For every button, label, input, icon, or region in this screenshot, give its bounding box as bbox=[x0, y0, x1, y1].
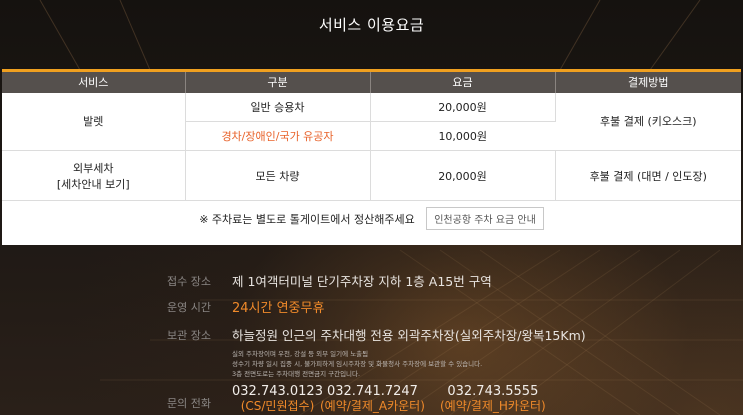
phone-desc: (CS/민원접수) bbox=[240, 399, 315, 413]
page-title: 서비스 이용요금 bbox=[318, 16, 425, 34]
valet-payment-cell: 후불 결제 (키오스크) bbox=[555, 92, 741, 151]
header-payment: 결제방법 bbox=[555, 69, 741, 93]
table-row: 발렛 일반 승용차 20,000원 후불 결제 (키오스크) bbox=[2, 92, 741, 151]
wash-payment-cell: 후불 결제 (대면 / 인도장) bbox=[555, 150, 741, 201]
note-prefix: ※ 주차료는 bbox=[199, 213, 256, 227]
storage-label: 보관 장소 bbox=[167, 329, 211, 342]
phone-desc: (예약/결제_H카운터) bbox=[440, 399, 546, 413]
valet-type-discount: 경차/장애인/국가 유공자 bbox=[185, 121, 371, 151]
contact-a-counter: 032.741.7247 (예약/결제_A카운터) bbox=[320, 385, 425, 414]
contact-label: 문의 전화 bbox=[167, 397, 211, 410]
phone-number[interactable]: 032.743.0123 bbox=[232, 385, 323, 399]
header-type: 구분 bbox=[185, 69, 371, 93]
wash-service-label: 외부세차 bbox=[73, 161, 114, 175]
parking-fee-note: ※ 주차료는 별도로 톨게이트에서 정산해주세요 인천공항 주차 요금 안내 bbox=[2, 201, 741, 237]
note-highlight: 별도 bbox=[255, 213, 277, 227]
table-header-row: 서비스 구분 요금 결제방법 bbox=[2, 69, 741, 93]
storage-value: 하늘정원 인근의 주차대행 전용 외곽주차장(실외주차장/왕복15Km) bbox=[232, 328, 586, 343]
table-note-row: ※ 주차료는 별도로 톨게이트에서 정산해주세요 인천공항 주차 요금 안내 bbox=[2, 201, 741, 237]
storage-notes: 실외 주차장이며 우천, 강설 등 외부 일기에 노출됨 성수기 차량 일시 집… bbox=[232, 349, 562, 379]
phone-number[interactable]: 032.743.5555 bbox=[440, 385, 546, 399]
header-service: 서비스 bbox=[2, 69, 186, 93]
reception-value: 제 1여객터미널 단기주차장 지하 1층 A15번 구역 bbox=[232, 274, 492, 289]
table-row: 외부세차 [세차안내 보기] 모든 차량 20,000원 후불 결제 (대면 /… bbox=[2, 150, 741, 201]
header-fee: 요금 bbox=[370, 69, 556, 93]
valet-fee-discount: 10,000원 bbox=[370, 121, 555, 151]
storage-note: 3층 전면도로는 주차대행 전면금지 구간입니다. bbox=[232, 370, 361, 378]
hours-label: 운영 시간 bbox=[167, 301, 211, 314]
valet-service-cell: 발렛 bbox=[2, 92, 186, 151]
wash-fee-cell: 20,000원 bbox=[370, 150, 556, 201]
contact-cs: 032.743.0123 (CS/민원접수) bbox=[232, 385, 323, 414]
wash-guide-link[interactable]: [세차안내 보기] bbox=[2, 176, 185, 192]
storage-note: 성수기 차량 일시 집중 시, 불가피하게 임시주차장 및 화물청사 주차장에 … bbox=[232, 360, 483, 368]
wash-service-cell: 외부세차 [세차안내 보기] bbox=[2, 150, 186, 201]
parking-fee-info-button[interactable]: 인천공항 주차 요금 안내 bbox=[426, 207, 544, 231]
valet-type-regular: 일반 승용차 bbox=[185, 92, 371, 122]
reception-label: 접수 장소 bbox=[167, 275, 211, 288]
fee-table: 서비스 구분 요금 결제방법 발렛 일반 승용차 20,000원 후불 결제 (… bbox=[2, 69, 741, 245]
storage-note: 실외 주차장이며 우천, 강설 등 외부 일기에 노출됨 bbox=[232, 350, 369, 358]
phone-number[interactable]: 032.741.7247 bbox=[320, 385, 425, 399]
valet-fee-regular: 20,000원 bbox=[370, 92, 556, 122]
wash-type-cell: 모든 차량 bbox=[185, 150, 371, 201]
phone-desc: (예약/결제_A카운터) bbox=[320, 399, 425, 413]
hours-value: 24시간 연중무휴 bbox=[232, 301, 325, 316]
contact-h-counter: 032.743.5555 (예약/결제_H카운터) bbox=[440, 385, 546, 414]
note-suffix: 로 톨게이트에서 정산해주세요 bbox=[276, 213, 415, 227]
